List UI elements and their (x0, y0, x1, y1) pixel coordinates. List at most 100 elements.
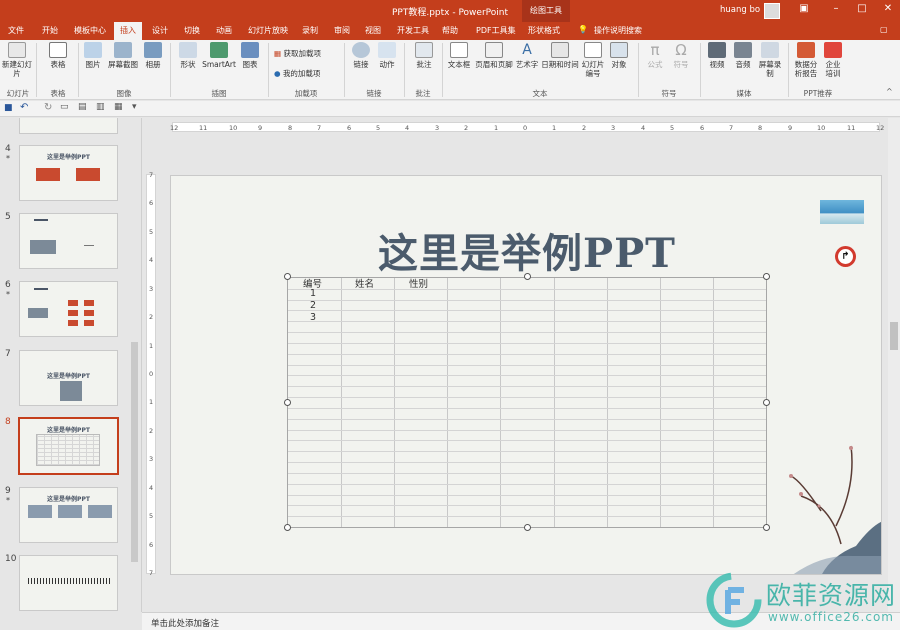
qat-icon-c[interactable]: ▦ (114, 102, 123, 112)
new-slide-label: 新建幻灯片 (2, 60, 32, 78)
beach-image[interactable] (820, 200, 864, 224)
editor-scrollbar[interactable] (888, 118, 900, 612)
link-button[interactable]: 链接 (350, 42, 372, 69)
tell-me-search[interactable]: 操作说明搜索 (594, 25, 642, 36)
slide-thumbnail-4[interactable]: 这里是举例PPT (19, 145, 118, 201)
slide-table[interactable] (287, 277, 767, 528)
group-slides: 幻灯片 (6, 89, 30, 98)
ruler-tick: 6 (700, 124, 705, 132)
action-label: 动作 (379, 60, 395, 69)
customize-qat-icon[interactable]: ▾ (132, 102, 137, 112)
no-turn-sign-image[interactable]: ↱ (835, 246, 856, 267)
qat-icon-a[interactable]: ▤ (78, 102, 87, 112)
ruler-tick: 11 (847, 124, 856, 132)
tab-design[interactable]: 设计 (152, 25, 168, 36)
slide-thumbnail-3[interactable] (19, 118, 118, 134)
undo-icon[interactable]: ↶ (20, 102, 28, 113)
table-cell-number-3[interactable]: 3 (310, 312, 316, 323)
resize-handle[interactable] (763, 524, 770, 531)
table-header-name[interactable]: 姓名 (355, 276, 374, 290)
resize-handle[interactable] (524, 273, 531, 280)
group-addins: 加载项 (294, 89, 318, 98)
screenshot-button[interactable]: 屏幕截图 (106, 42, 140, 69)
slide-thumbnail-9[interactable]: 这里是举例PPT (19, 487, 118, 543)
tab-help[interactable]: 帮助 (442, 25, 458, 36)
resize-handle[interactable] (284, 399, 291, 406)
ruler-tick: 7 (149, 171, 154, 179)
action-button[interactable]: 动作 (376, 42, 398, 69)
resize-handle[interactable] (763, 399, 770, 406)
slide-thumbnail-5[interactable] (19, 213, 118, 269)
my-addins-button[interactable]: ● 我的加载项 (274, 69, 340, 78)
wordart-button[interactable]: A 艺术字 (514, 42, 540, 69)
present-icon[interactable]: ▭ (60, 102, 69, 112)
maximize-icon[interactable]: □ (852, 3, 872, 19)
resize-handle[interactable] (284, 273, 291, 280)
comment-button[interactable]: 批注 (412, 42, 436, 69)
tab-view[interactable]: 视图 (365, 25, 381, 36)
tab-record[interactable]: 录制 (302, 25, 318, 36)
slide-thumbnail-8[interactable]: 这里是举例PPT (18, 417, 119, 475)
slide-number-button[interactable]: 幻灯片编号 (580, 42, 606, 78)
slide-thumbnail-6[interactable] (19, 281, 118, 337)
resize-handle[interactable] (524, 524, 531, 531)
tab-animations[interactable]: 动画 (216, 25, 232, 36)
header-footer-button[interactable]: 页眉和页脚 (474, 42, 514, 69)
collapse-ribbon-icon[interactable]: ^ (886, 87, 893, 96)
tab-pdf-tools[interactable]: PDF工具集 (476, 25, 516, 36)
table-header-gender[interactable]: 性别 (409, 276, 428, 290)
comment-add-icon (415, 42, 433, 58)
tab-review[interactable]: 审阅 (334, 25, 350, 36)
qat-icon-b[interactable]: ▥ (96, 102, 105, 112)
group-comments: 批注 (415, 89, 431, 98)
slide-title[interactable]: 这里是举例PPT (171, 221, 881, 279)
resize-handle[interactable] (763, 273, 770, 280)
video-button[interactable]: 视频 (706, 42, 728, 69)
shapes-button[interactable]: 形状 (176, 42, 200, 69)
new-slide-button[interactable]: 新建幻灯片 (2, 42, 32, 78)
user-name[interactable]: huang bo (720, 5, 760, 15)
table-cell-number-2[interactable]: 2 (310, 300, 316, 311)
table-row-line (288, 440, 766, 441)
tab-home[interactable]: 开始 (42, 25, 58, 36)
object-button[interactable]: 对象 (608, 42, 630, 69)
save-icon[interactable]: ■ (4, 103, 13, 113)
ruler-tick: 3 (435, 124, 440, 132)
smartart-button[interactable]: SmartArt (202, 42, 236, 69)
close-icon[interactable]: ✕ (878, 3, 898, 19)
audio-button[interactable]: 音频 (732, 42, 754, 69)
photo-album-button[interactable]: 相册 (142, 42, 164, 69)
get-addins-button[interactable]: ▦ 获取加载项 (274, 49, 336, 58)
tab-template-center[interactable]: 模板中心 (74, 25, 106, 36)
table-cell-number-1[interactable]: 1 (310, 288, 316, 299)
training-button[interactable]: 企业培训 (822, 42, 844, 78)
animation-star: * (6, 496, 10, 505)
date-time-button[interactable]: 日期和时间 (540, 42, 580, 69)
screen-record-button[interactable]: 屏幕录制 (758, 42, 782, 78)
resize-handle[interactable] (284, 524, 291, 531)
tab-developer[interactable]: 开发工具 (397, 25, 429, 36)
ribbon-display-icon[interactable]: ▣ (794, 3, 814, 19)
picture-button[interactable]: 图片 (82, 42, 104, 69)
data-report-button[interactable]: 数据分析报告 (792, 42, 820, 78)
symbol-button[interactable]: Ω 符号 (670, 42, 692, 69)
animation-star: * (6, 290, 10, 299)
tab-transitions[interactable]: 切换 (184, 25, 200, 36)
tab-shape-format[interactable]: 形状格式 (528, 25, 560, 36)
thumbnail-scrollbar[interactable] (131, 342, 138, 562)
equation-button[interactable]: π 公式 (644, 42, 666, 69)
redo-icon[interactable]: ↻ (44, 102, 52, 113)
textbox-button[interactable]: 文本框 (446, 42, 472, 69)
tab-slideshow[interactable]: 幻灯片放映 (248, 25, 288, 36)
chart-button[interactable]: 图表 (238, 42, 262, 69)
slide-canvas[interactable]: 这里是举例PPT ↱ 编号 姓名 性别 1 2 3 (170, 175, 882, 575)
minimize-icon[interactable]: – (826, 3, 846, 19)
scrollbar-thumb[interactable] (890, 322, 898, 350)
tab-insert[interactable]: 插入 (114, 22, 142, 40)
table-button[interactable]: 表格 (44, 42, 72, 69)
tab-file[interactable]: 文件 (8, 25, 24, 36)
slide-thumbnail-10[interactable] (19, 555, 118, 611)
slide-thumbnail-7[interactable]: 这里是举例PPT (19, 350, 118, 406)
avatar[interactable] (764, 3, 780, 19)
comment-icon[interactable]: ▢ (880, 25, 888, 34)
